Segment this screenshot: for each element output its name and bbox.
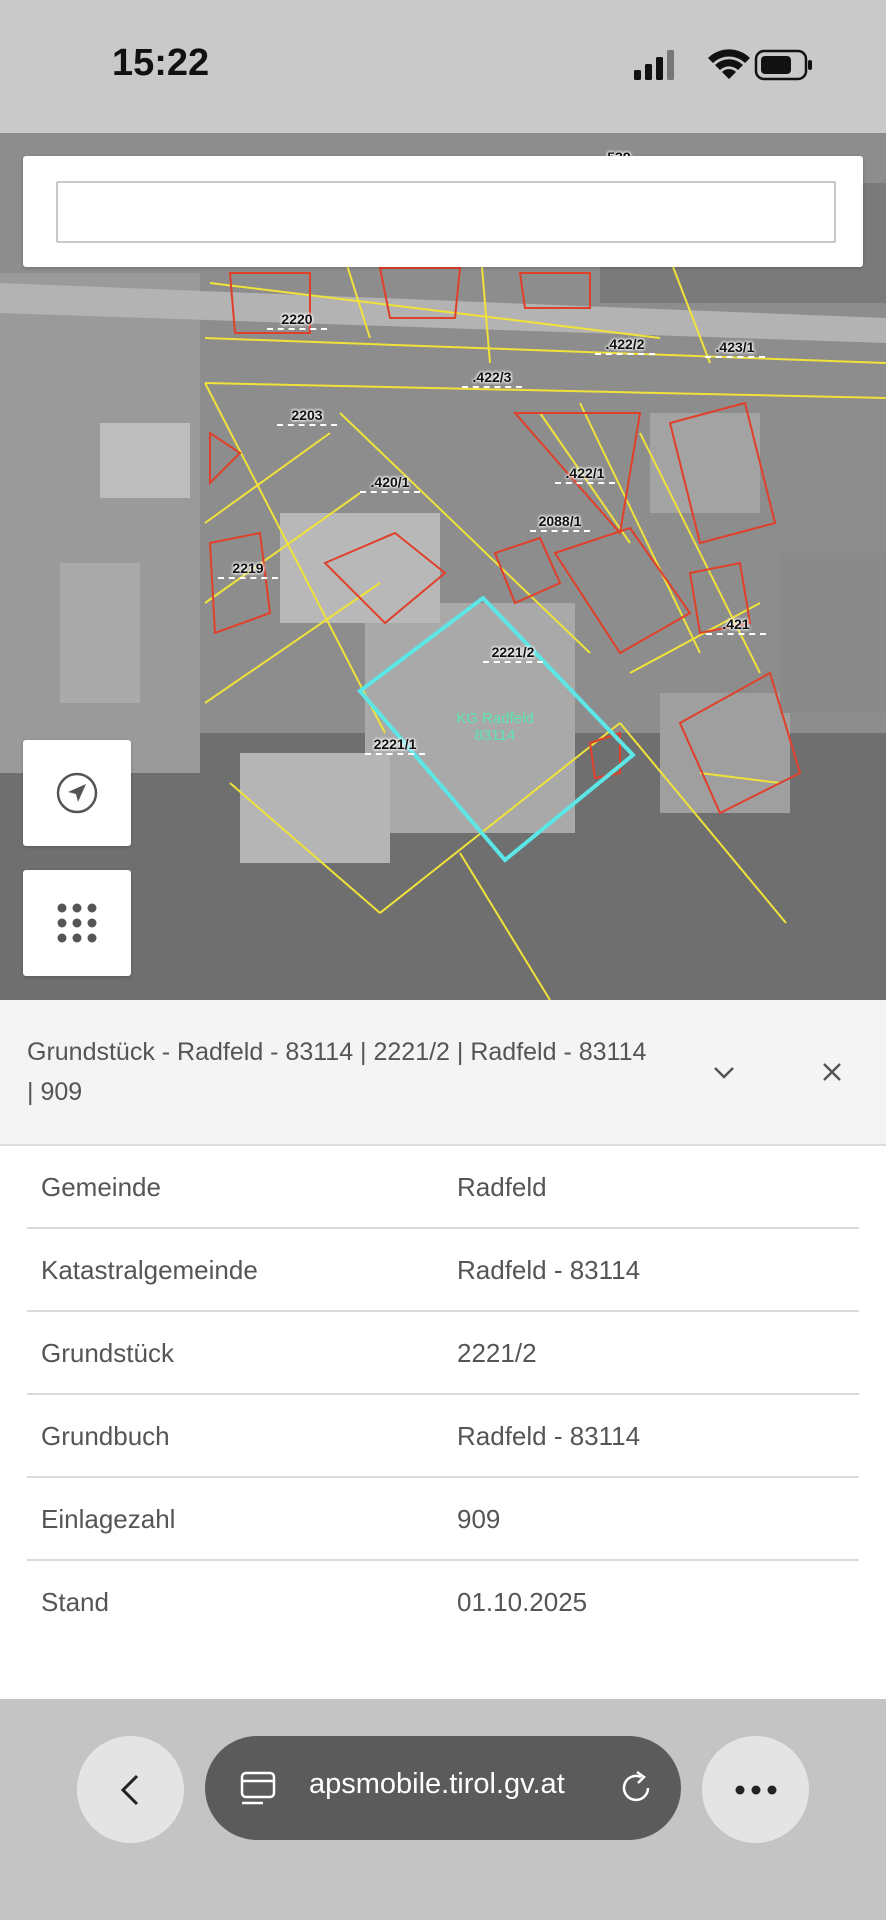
- battery-icon: [754, 49, 812, 81]
- info-row-einlagezahl: Einlagezahl 909: [27, 1478, 859, 1561]
- info-value: Radfeld - 83114: [457, 1255, 641, 1285]
- parcel-label: .423/1: [705, 338, 765, 358]
- info-label: Gemeinde: [41, 1172, 161, 1202]
- parcel-label: .422/1: [555, 464, 615, 484]
- info-panel-title: Grundstück - Radfeld - 83114 | 2221/2 | …: [27, 1038, 647, 1106]
- info-value: 2221/2: [457, 1338, 537, 1368]
- url-text[interactable]: apsmobile.tirol.gv.at: [309, 1768, 609, 1808]
- parcel-label: 2088/1: [530, 512, 590, 532]
- info-row-katastralgemeinde: Katastralgemeinde Radfeld - 83114: [27, 1229, 859, 1312]
- cadastral-name-label: KG Radfeld 83114: [455, 710, 535, 744]
- info-table: Gemeinde Radfeld Katastralgemeinde Radfe…: [0, 1146, 886, 1699]
- parcel-label: .422/3: [462, 368, 522, 388]
- info-value: Radfeld: [457, 1172, 547, 1202]
- close-button[interactable]: [812, 1052, 852, 1092]
- chevron-left-icon: [120, 1774, 138, 1805]
- status-time: 15:22: [112, 42, 210, 84]
- more-button[interactable]: [702, 1736, 809, 1843]
- grid-menu-icon: [57, 903, 97, 943]
- info-panel-header: Grundstück - Radfeld - 83114 | 2221/2 | …: [0, 1000, 886, 1146]
- parcel-label: 2219: [218, 559, 278, 579]
- info-label: Einlagezahl: [41, 1504, 176, 1534]
- info-row-grundstueck: Grundstück 2221/2: [27, 1312, 859, 1395]
- signal-icon: [634, 50, 674, 80]
- cadastral-label-line2: 83114: [474, 727, 516, 744]
- info-value: 909: [457, 1504, 501, 1534]
- info-label: Stand: [41, 1587, 109, 1617]
- more-dots-icon: [735, 1785, 776, 1794]
- info-row-stand: Stand 01.10.2025: [27, 1561, 859, 1644]
- chevron-down-icon: [714, 1067, 734, 1079]
- back-button[interactable]: [77, 1736, 184, 1843]
- parcel-label: .422/2: [595, 335, 655, 355]
- parcel-label: 2221/2: [483, 643, 543, 663]
- parcel-label: 2221/1: [365, 735, 425, 755]
- parcel-label: 2220: [267, 310, 327, 330]
- reload-icon[interactable]: [617, 1769, 655, 1807]
- tabs-icon[interactable]: [239, 1770, 277, 1808]
- info-label: Katastralgemeinde: [41, 1255, 258, 1285]
- info-row-gemeinde: Gemeinde Radfeld: [27, 1146, 859, 1229]
- parcel-label: .421: [706, 615, 766, 635]
- info-value: Radfeld - 83114: [457, 1421, 641, 1451]
- address-bar[interactable]: apsmobile.tirol.gv.at: [205, 1736, 681, 1840]
- status-bar: 15:22: [0, 0, 886, 133]
- locate-arrow-icon: [56, 772, 98, 814]
- parcel-label: .420/1: [360, 473, 420, 493]
- search-input[interactable]: [56, 181, 836, 243]
- wifi-icon: [708, 49, 750, 79]
- info-value: 01.10.2025: [457, 1587, 588, 1617]
- status-icons: [634, 48, 814, 82]
- collapse-button[interactable]: [704, 1052, 744, 1092]
- layers-menu-button[interactable]: [23, 870, 131, 976]
- cadastral-label-line1: KG Radfeld: [456, 710, 534, 727]
- parcel-label: 2203: [277, 406, 337, 426]
- info-label: Grundstück: [41, 1338, 174, 1368]
- info-label: Grundbuch: [41, 1421, 170, 1451]
- close-icon: [823, 1063, 841, 1081]
- search-panel: [23, 156, 863, 267]
- info-row-grundbuch: Grundbuch Radfeld - 83114: [27, 1395, 859, 1478]
- locate-button[interactable]: [23, 740, 131, 846]
